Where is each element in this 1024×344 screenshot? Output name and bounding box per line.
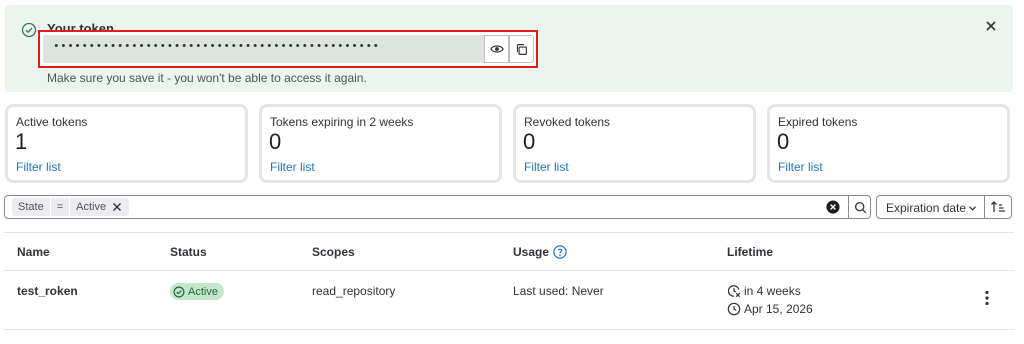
stat-card-expiring: Tokens expiring in 2 weeks 0 Filter list — [259, 104, 502, 183]
close-icon[interactable] — [983, 18, 999, 34]
filter-token-value: Active — [76, 201, 107, 213]
sort-ascending-icon — [991, 201, 1005, 212]
divider — [4, 270, 1014, 271]
token-scopes: read_repository — [312, 284, 396, 298]
token-field: ••••••••••••••••••••••••••••••••••••••••… — [38, 30, 538, 68]
alert-help-text: Make sure you save it - you won't be abl… — [47, 71, 367, 85]
divider — [4, 232, 1014, 233]
stat-value: 0 — [269, 129, 282, 154]
remove-filter-icon[interactable] — [110, 200, 124, 214]
check-circle-icon — [173, 286, 185, 297]
filter-list-link[interactable]: Filter list — [778, 160, 823, 174]
status-badge: Active — [170, 283, 224, 300]
stat-label: Revoked tokens — [524, 115, 611, 129]
stat-value: 0 — [523, 129, 536, 154]
token-expires-in: in 4 weeks — [727, 284, 801, 298]
clear-search-icon[interactable] — [826, 200, 840, 214]
filter-token-key: State — [18, 201, 44, 213]
help-icon[interactable] — [553, 245, 567, 259]
token-input[interactable]: ••••••••••••••••••••••••••••••••••••••••… — [43, 35, 485, 63]
reveal-token-button[interactable] — [484, 35, 509, 63]
stat-card-active: Active tokens 1 Filter list — [5, 104, 248, 183]
stat-value: 1 — [15, 129, 28, 154]
filter-list-link[interactable]: Filter list — [16, 160, 61, 174]
chevron-down-icon — [968, 206, 977, 211]
copy-icon — [516, 43, 527, 55]
divider — [4, 329, 1014, 330]
eye-icon — [489, 45, 504, 53]
more-actions-icon[interactable] — [982, 290, 992, 306]
expire-clock-icon — [727, 285, 741, 298]
token-usage: Last used: Never — [513, 284, 604, 298]
clock-icon — [727, 302, 741, 316]
check-circle-icon — [21, 22, 37, 38]
stat-value: 0 — [777, 129, 790, 154]
filter-list-link[interactable]: Filter list — [524, 160, 569, 174]
search-button[interactable] — [848, 195, 872, 219]
token-name: test_roken — [17, 284, 78, 298]
filter-list-link[interactable]: Filter list — [270, 160, 315, 174]
search-icon — [854, 201, 867, 213]
filtered-search-bar[interactable]: State = Active — [4, 195, 871, 219]
stat-label: Expired tokens — [778, 115, 858, 129]
sort-direction-button[interactable] — [984, 195, 1012, 219]
column-header-name: Name — [17, 245, 50, 259]
sort-dropdown[interactable]: Expiration date — [876, 195, 985, 219]
column-header-status: Status — [170, 245, 207, 259]
column-header-usage: Usage — [513, 245, 567, 259]
stat-card-revoked: Revoked tokens 0 Filter list — [513, 104, 756, 183]
stat-label: Tokens expiring in 2 weeks — [270, 115, 414, 129]
sort-label: Expiration date — [886, 201, 967, 215]
stat-card-expired: Expired tokens 0 Filter list — [767, 104, 1010, 183]
column-header-scopes: Scopes — [312, 245, 355, 259]
filter-token-operator: = — [56, 201, 64, 213]
token-expires-on: Apr 15, 2026 — [727, 302, 813, 316]
copy-token-button[interactable] — [509, 35, 534, 63]
stat-label: Active tokens — [16, 115, 88, 129]
filter-token[interactable]: State = Active — [12, 198, 130, 216]
column-header-lifetime: Lifetime — [727, 245, 774, 259]
